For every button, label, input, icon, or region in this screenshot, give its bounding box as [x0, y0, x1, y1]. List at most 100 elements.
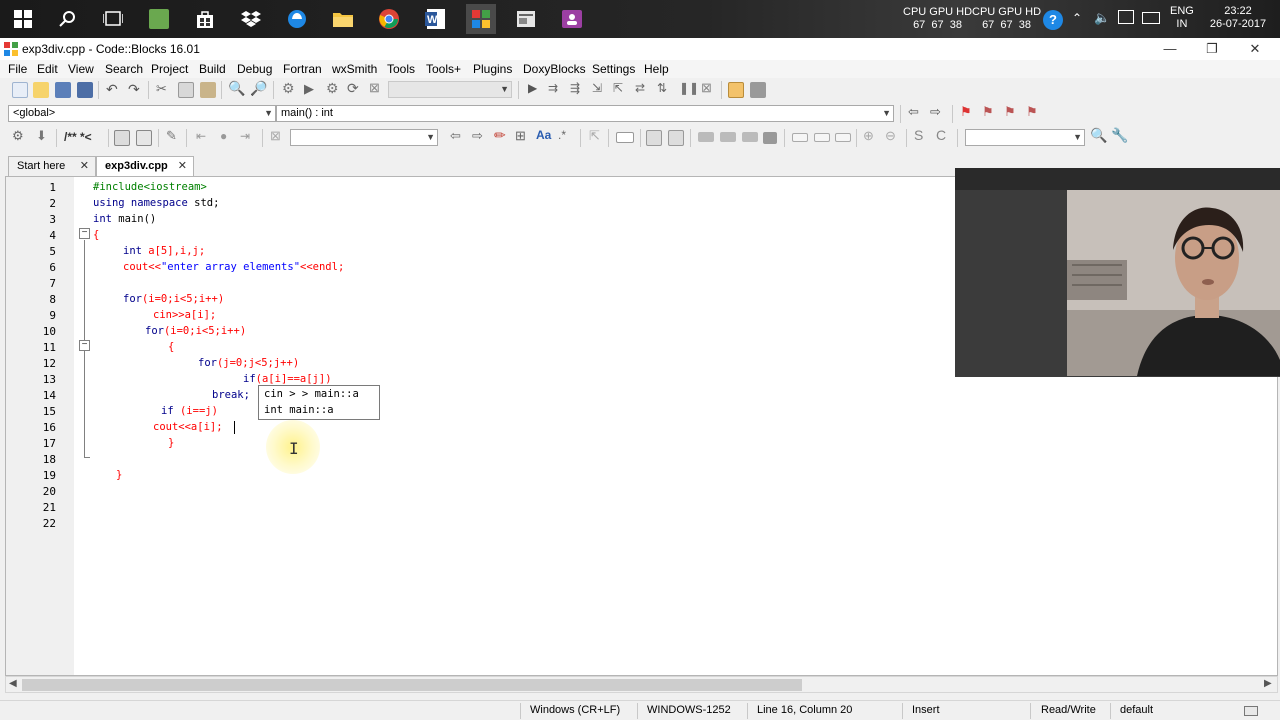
- app-green-icon[interactable]: [144, 4, 174, 34]
- text-tool-icon[interactable]: [668, 130, 684, 146]
- doxy-wizard-icon[interactable]: [114, 130, 130, 146]
- scrollbar-thumb[interactable]: [22, 679, 802, 691]
- regex-icon[interactable]: .*: [558, 128, 566, 142]
- zoom-in-icon[interactable]: ⊕: [863, 128, 874, 144]
- bookmark-clear-icon[interactable]: ⚑: [1026, 104, 1038, 120]
- function-combo[interactable]: main() : int ▼: [276, 105, 894, 122]
- open-file-icon[interactable]: [33, 82, 49, 98]
- paste-icon[interactable]: [200, 82, 216, 98]
- scope-combo[interactable]: <global> ▼: [8, 105, 276, 122]
- match-case-icon[interactable]: Aa: [536, 128, 551, 142]
- build-run-icon[interactable]: ⚙: [326, 80, 339, 97]
- scroll-left-icon[interactable]: ◀: [9, 678, 17, 689]
- horizontal-scrollbar[interactable]: ◀ ▶: [5, 676, 1278, 693]
- scroll-right-icon[interactable]: ▶: [1264, 678, 1272, 689]
- restore-button[interactable]: ❐: [1192, 40, 1232, 58]
- help-icon[interactable]: ?: [1043, 10, 1063, 30]
- doxy-comment-button[interactable]: /** *<: [64, 130, 92, 144]
- autocomplete-item[interactable]: int main::a: [264, 404, 334, 416]
- menu-view[interactable]: View: [68, 62, 94, 76]
- tool-wrench-icon[interactable]: ✎: [166, 128, 177, 144]
- settings-gear-icon[interactable]: ⚙: [12, 128, 24, 144]
- next-instruction-icon[interactable]: ⇄: [635, 81, 645, 95]
- debug-run-icon[interactable]: ▶: [528, 81, 537, 95]
- next-line-icon[interactable]: ⇶: [570, 81, 580, 95]
- dropbox-icon[interactable]: [236, 4, 266, 34]
- save-all-icon[interactable]: [77, 82, 93, 98]
- search-prev-icon[interactable]: ⇦: [450, 128, 461, 144]
- tab-start-here[interactable]: Start here ✕: [8, 156, 96, 176]
- zoom-out-icon[interactable]: ⊖: [885, 128, 896, 144]
- prev-icon[interactable]: ⇤: [196, 129, 206, 143]
- frame-3-icon[interactable]: [835, 133, 851, 142]
- autocomplete-item[interactable]: cin > > main::a: [264, 388, 359, 400]
- symbol-c-icon[interactable]: C: [936, 127, 946, 143]
- frame-1-icon[interactable]: [792, 133, 808, 142]
- codeblocks-icon[interactable]: [466, 4, 496, 34]
- menu-help[interactable]: Help: [644, 62, 669, 76]
- step-instruction-icon[interactable]: ⇅: [657, 81, 667, 95]
- chrome-icon[interactable]: [374, 4, 404, 34]
- doxy-help-icon[interactable]: [136, 130, 152, 146]
- bookmark-prev-icon[interactable]: ⚑: [982, 104, 994, 120]
- run-to-cursor-icon[interactable]: ⇉: [548, 81, 558, 95]
- windows-start-icon[interactable]: [8, 4, 38, 34]
- menu-project[interactable]: Project: [151, 62, 188, 76]
- fold-toggle-icon[interactable]: −: [79, 340, 90, 351]
- language-indicator[interactable]: ENG IN: [1170, 5, 1194, 31]
- copy-icon[interactable]: [178, 82, 194, 98]
- menu-tools[interactable]: Tools: [387, 62, 415, 76]
- tab-exp3div[interactable]: exp3div.cpp ✕: [96, 156, 194, 176]
- menu-file[interactable]: File: [8, 62, 27, 76]
- layout-2-icon[interactable]: [720, 132, 736, 142]
- jump-back-icon[interactable]: ⇦: [908, 104, 919, 120]
- close-icon[interactable]: ✕: [80, 157, 89, 175]
- task-view-icon[interactable]: [98, 4, 128, 34]
- cut-icon[interactable]: ✂: [156, 81, 167, 97]
- stop-debug-icon[interactable]: ⊠: [701, 80, 712, 96]
- bookmark-toggle-icon[interactable]: ⚑: [960, 104, 972, 120]
- build-target-combo[interactable]: ▼: [388, 81, 512, 98]
- symbol-tools-icon[interactable]: 🔧: [1111, 127, 1128, 144]
- store-icon[interactable]: [190, 4, 220, 34]
- frame-2-icon[interactable]: [814, 133, 830, 142]
- rebuild-icon[interactable]: ⟳: [347, 80, 359, 97]
- clock[interactable]: 23:22 26-07-2017: [1206, 5, 1270, 31]
- menu-fortran[interactable]: Fortran: [283, 62, 322, 76]
- image-tool-icon[interactable]: [646, 130, 662, 146]
- clear-search-icon[interactable]: ⊠: [270, 128, 281, 144]
- keyboard-icon[interactable]: [1142, 12, 1160, 24]
- redo-icon[interactable]: ↷: [128, 81, 140, 98]
- find-icon[interactable]: 🔍: [228, 80, 245, 97]
- minimize-button[interactable]: —: [1150, 40, 1190, 58]
- layout-3-icon[interactable]: [742, 132, 758, 142]
- pause-icon[interactable]: ❚❚: [679, 81, 699, 95]
- symbol-search-icon[interactable]: 🔍: [1090, 127, 1107, 144]
- close-button[interactable]: ✕: [1235, 40, 1275, 58]
- bookmark-next-icon[interactable]: ⚑: [1004, 104, 1016, 120]
- debug-windows-icon[interactable]: [728, 82, 744, 98]
- build-gear-icon[interactable]: ⚙: [282, 80, 295, 97]
- dot-icon[interactable]: ●: [220, 129, 227, 143]
- incremental-search-combo[interactable]: ▼: [290, 129, 438, 146]
- step-out-icon[interactable]: ⇱: [613, 81, 623, 95]
- rect-tool-icon[interactable]: [616, 132, 634, 143]
- layout-1-icon[interactable]: [698, 132, 714, 142]
- various-info-icon[interactable]: [750, 82, 766, 98]
- undo-icon[interactable]: ↶: [106, 81, 118, 98]
- edge-icon[interactable]: [282, 4, 312, 34]
- pointer-icon[interactable]: ⇱: [589, 128, 600, 144]
- volume-icon[interactable]: 🔈: [1094, 10, 1110, 26]
- highlight-icon[interactable]: ✏: [494, 127, 506, 144]
- chevron-up-icon[interactable]: ⌃: [1072, 11, 1082, 25]
- message-icon[interactable]: [1118, 10, 1134, 24]
- save-icon[interactable]: [55, 82, 71, 98]
- selected-text-icon[interactable]: ⊞: [515, 128, 526, 144]
- next-icon[interactable]: ⇥: [240, 129, 250, 143]
- autocomplete-popup[interactable]: cin > > main::a int main::a: [258, 385, 380, 420]
- search-icon[interactable]: [53, 4, 83, 34]
- menu-search[interactable]: Search: [105, 62, 143, 76]
- menu-tools-plus[interactable]: Tools+: [426, 62, 461, 76]
- replace-icon[interactable]: 🔎: [250, 80, 267, 97]
- word-icon[interactable]: W: [420, 4, 450, 34]
